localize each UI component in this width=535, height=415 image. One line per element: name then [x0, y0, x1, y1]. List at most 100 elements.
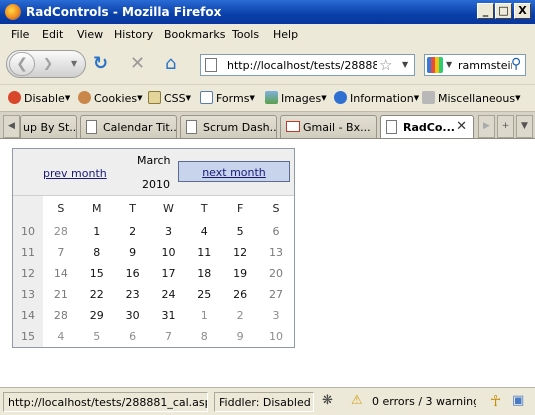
tab-scroll-left-icon[interactable]: ◀ — [3, 115, 20, 138]
menu-history[interactable]: History — [114, 28, 153, 41]
day-cell[interactable]: 6 — [258, 221, 294, 242]
day-cell[interactable]: 16 — [115, 263, 151, 284]
day-cell[interactable]: 7 — [43, 242, 79, 263]
forms-icon — [200, 91, 213, 104]
menu-edit[interactable]: Edit — [42, 28, 63, 41]
day-header: S — [272, 202, 280, 215]
week-number: 15 — [13, 326, 43, 347]
reload-icon[interactable]: ↻ — [93, 55, 108, 73]
day-cell[interactable]: 26 — [222, 284, 258, 305]
home-icon[interactable]: ⌂ — [165, 55, 176, 73]
title-bar: RadControls - Mozilla Firefox _ □ X — [0, 0, 535, 24]
address-dropdown-icon[interactable]: ▼ — [402, 60, 408, 69]
day-cell[interactable]: 12 — [222, 242, 258, 263]
day-cell[interactable]: 5 — [79, 326, 115, 347]
day-cell[interactable]: 2 — [222, 305, 258, 326]
menu-file[interactable]: File — [11, 28, 29, 41]
day-cell[interactable]: 10 — [258, 326, 294, 347]
day-cell[interactable]: 31 — [151, 305, 187, 326]
google-icon[interactable] — [427, 57, 443, 73]
day-cell[interactable]: 19 — [222, 263, 258, 284]
address-bar[interactable]: http://localhost/tests/288881_cal.aspx ☆… — [200, 54, 415, 76]
warning-icon[interactable]: ⚠ — [351, 394, 363, 408]
tab-1[interactable]: up By St... — [20, 115, 77, 139]
day-cell[interactable]: 8 — [79, 242, 115, 263]
day-cell[interactable]: 20 — [258, 263, 294, 284]
day-cell[interactable]: 27 — [258, 284, 294, 305]
bookmark-star-icon[interactable]: ☆ — [379, 56, 392, 74]
search-input[interactable]: rammstein — [458, 59, 512, 72]
day-cell[interactable]: 1 — [186, 305, 222, 326]
close-window-button[interactable]: X — [514, 3, 531, 19]
day-cell[interactable]: 22 — [79, 284, 115, 305]
dev-forms-menu[interactable]: Forms▼ — [200, 91, 255, 105]
dev-information-menu[interactable]: Information▼ — [334, 91, 419, 105]
day-cell[interactable]: 17 — [151, 263, 187, 284]
day-cell[interactable]: 28 — [43, 221, 79, 242]
day-cell[interactable]: 5 — [222, 221, 258, 242]
search-icon[interactable]: ⚲ — [511, 56, 521, 72]
dev-miscellaneous-menu[interactable]: Miscellaneous▼ — [422, 91, 521, 105]
day-cell[interactable]: 14 — [43, 263, 79, 284]
close-tab-icon[interactable]: ✕ — [456, 119, 467, 134]
day-cell[interactable]: 29 — [79, 305, 115, 326]
menu-bookmarks[interactable]: Bookmarks — [164, 28, 225, 41]
tab-5-active[interactable]: RadCo... ✕ — [380, 115, 474, 140]
forward-icon[interactable]: ❯ — [43, 56, 53, 70]
dev-images-menu[interactable]: Images▼ — [265, 91, 327, 105]
day-cell[interactable]: 7 — [151, 326, 187, 347]
day-cell[interactable]: 3 — [258, 305, 294, 326]
firebug-icon[interactable]: ❋ — [322, 394, 333, 408]
day-cell[interactable]: 15 — [79, 263, 115, 284]
error-count[interactable]: 0 errors / 3 warnings — [368, 392, 476, 412]
tab-scroll-right-icon[interactable]: ▶ — [478, 115, 495, 138]
prev-month-link[interactable]: prev month — [43, 167, 107, 180]
dev-cookies-menu[interactable]: Cookies▼ — [78, 91, 142, 105]
ankh-icon[interactable]: ☥ — [490, 394, 501, 409]
search-bar[interactable]: ▼ rammstein ⚲ — [424, 54, 526, 76]
day-cell[interactable]: 6 — [115, 326, 151, 347]
dev-disable-menu[interactable]: Disable▼ — [8, 91, 70, 105]
day-cell[interactable]: 23 — [115, 284, 151, 305]
day-cell[interactable]: 24 — [151, 284, 187, 305]
day-cell[interactable]: 8 — [186, 326, 222, 347]
next-month-link[interactable]: next month — [178, 161, 290, 182]
day-cell[interactable]: 3 — [151, 221, 187, 242]
page-icon — [386, 120, 397, 134]
day-cell[interactable]: 9 — [222, 326, 258, 347]
day-cell[interactable]: 1 — [79, 221, 115, 242]
menu-tools[interactable]: Tools — [232, 28, 259, 41]
tab-2[interactable]: Calendar Tit... — [80, 115, 177, 139]
day-cell[interactable]: 13 — [258, 242, 294, 263]
day-cell[interactable]: 28 — [43, 305, 79, 326]
day-cell[interactable]: 9 — [115, 242, 151, 263]
day-cell[interactable]: 4 — [43, 326, 79, 347]
address-input[interactable]: http://localhost/tests/288881_cal.aspx — [227, 59, 377, 72]
history-dropdown-icon[interactable]: ▼ — [71, 59, 77, 68]
day-cell[interactable]: 2 — [115, 221, 151, 242]
search-engine-dropdown-icon[interactable]: ▼ — [446, 60, 452, 69]
maximize-button[interactable]: □ — [495, 3, 512, 19]
day-cell[interactable]: 25 — [186, 284, 222, 305]
stop-icon[interactable]: ✕ — [130, 55, 145, 73]
menu-view[interactable]: View — [77, 28, 103, 41]
tab-3[interactable]: Scrum Dash... — [180, 115, 277, 139]
all-tabs-icon[interactable]: ▼ — [516, 115, 533, 138]
puzzle-icon[interactable]: ▣ — [512, 394, 524, 408]
new-tab-icon[interactable]: + — [497, 115, 514, 138]
minimize-button[interactable]: _ — [477, 3, 494, 19]
menu-help[interactable]: Help — [273, 28, 298, 41]
page-content: prev month March 2010 next month S M T W… — [0, 138, 535, 387]
tab-4[interactable]: Gmail - Bx... — [280, 115, 377, 139]
day-cell[interactable]: 11 — [186, 242, 222, 263]
week-number: 13 — [13, 284, 43, 305]
back-icon[interactable]: ❮ — [9, 52, 35, 76]
fiddler-status[interactable]: Fiddler: Disabled — [214, 392, 314, 412]
navigation-toolbar: ❮ ❯ ▼ ↻ ✕ ⌂ http://localhost/tests/28888… — [0, 45, 535, 84]
day-cell[interactable]: 10 — [151, 242, 187, 263]
day-cell[interactable]: 21 — [43, 284, 79, 305]
day-cell[interactable]: 30 — [115, 305, 151, 326]
dev-css-menu[interactable]: CSS▼ — [148, 91, 191, 105]
day-cell[interactable]: 4 — [186, 221, 222, 242]
day-cell[interactable]: 18 — [186, 263, 222, 284]
